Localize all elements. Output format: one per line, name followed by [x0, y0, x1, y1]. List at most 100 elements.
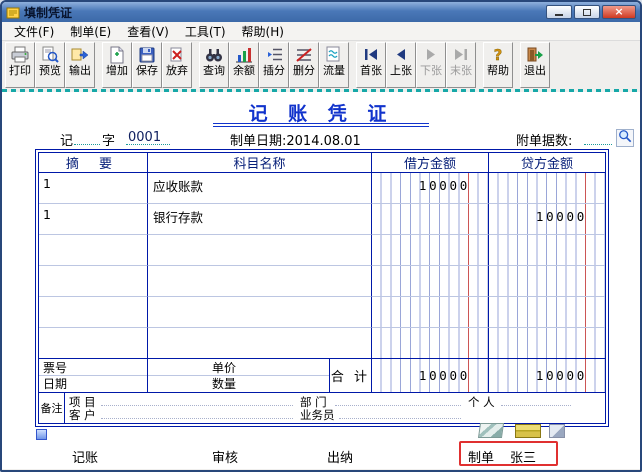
discard-label: 放弃 [166, 65, 188, 77]
row2-summary-cell[interactable]: 1 [39, 204, 147, 235]
menubar: 文件(F) 制单(E) 查看(V) 工具(T) 帮助(H) [2, 22, 640, 41]
discard-button[interactable]: 放弃 [162, 42, 192, 88]
row2-credit-cell[interactable]: 10000 [488, 204, 605, 235]
row5-debit-cell[interactable] [371, 297, 488, 328]
row5-summary-cell[interactable] [39, 297, 147, 328]
remark-row: 备注 项 目 客 户 部 门 业务员 个 人 [39, 393, 605, 423]
save-icon [137, 46, 157, 64]
footer-split-line-1 [39, 375, 147, 376]
attachment-search-button[interactable] [616, 129, 634, 147]
exit-button[interactable]: 退出 [520, 42, 550, 88]
export-button[interactable]: 输出 [65, 42, 95, 88]
header-debit: 借方金额 [371, 153, 488, 173]
cashier-label: 出纳 [327, 447, 353, 466]
row1-account-cell[interactable]: 应收账款 [147, 173, 371, 204]
department-leader-line [335, 405, 461, 406]
row2-debit-cell[interactable] [371, 204, 488, 235]
prepared-by-label: 制单 [468, 447, 494, 466]
header-account: 科目名称 [147, 153, 371, 173]
preparer-name: 张三 [510, 447, 536, 466]
row6-summary-cell[interactable] [39, 328, 147, 359]
bookkeeping-label: 记账 [72, 447, 98, 466]
row3-summary-cell[interactable] [39, 235, 147, 266]
row1-summary-cell[interactable]: 1 [39, 173, 147, 204]
row6-account-cell[interactable] [147, 328, 371, 359]
voucher-word-suffix: 字 [102, 130, 115, 149]
menu-tools[interactable]: 工具(T) [177, 21, 234, 42]
delete-row-button[interactable]: 删分 [289, 42, 319, 88]
word-underline [74, 144, 100, 145]
menu-view[interactable]: 查看(V) [119, 21, 177, 42]
row3-account-cell[interactable] [147, 235, 371, 266]
balance-label: 余额 [233, 65, 255, 77]
prev-page-button[interactable]: 上张 [386, 42, 416, 88]
row5-credit-cell[interactable] [488, 297, 605, 328]
exit-label: 退出 [524, 65, 546, 77]
balance-chart-icon [234, 46, 254, 64]
minimize-icon [555, 14, 563, 16]
last-page-button[interactable]: 末张 [446, 42, 476, 88]
seal-stamp-icon-2[interactable] [515, 424, 541, 438]
last-page-icon [451, 46, 471, 64]
maximize-button[interactable] [574, 5, 600, 19]
row5-account-cell[interactable] [147, 297, 371, 328]
preview-label: 预览 [39, 65, 61, 77]
menu-voucher[interactable]: 制单(E) [62, 21, 119, 42]
row6-debit-cell[interactable] [371, 328, 488, 359]
menu-help[interactable]: 帮助(H) [234, 21, 292, 42]
voucher-number[interactable]: 0001 [128, 130, 161, 145]
date-value[interactable]: 2014.08.01 [286, 134, 360, 150]
close-button[interactable]: × [602, 5, 636, 19]
customer-label: 客 户 [69, 407, 96, 423]
row2-account-cell[interactable]: 银行存款 [147, 204, 371, 235]
preview-button[interactable]: 预览 [35, 42, 65, 88]
voucher-date: 制单日期:2014.08.01 [230, 130, 361, 149]
cashflow-label: 流量 [323, 65, 345, 77]
toolbar: 打印 预览 输出 增加 保存 放弃 [2, 41, 640, 89]
header-credit: 贷方金额 [488, 153, 605, 173]
minimize-button[interactable] [546, 5, 572, 19]
print-button[interactable]: 打印 [5, 42, 35, 88]
add-icon [107, 46, 127, 64]
audit-label: 审核 [212, 447, 238, 466]
search-icon [204, 46, 224, 64]
voucher-table: 摘 要 科目名称 借方金额 贷方金额 1 应收账款 10000 1 银行存款 1… [35, 149, 609, 427]
seal-stamp-icon-3[interactable] [549, 424, 565, 438]
cashflow-icon [324, 46, 344, 64]
cashflow-button[interactable]: 流量 [319, 42, 349, 88]
row3-debit-cell[interactable] [371, 235, 488, 266]
exit-icon [525, 46, 545, 64]
row3-credit-cell[interactable] [488, 235, 605, 266]
insert-row-icon [264, 46, 284, 64]
next-page-button[interactable]: 下张 [416, 42, 446, 88]
menu-file[interactable]: 文件(F) [6, 21, 62, 42]
row1-debit-cell[interactable]: 10000 [371, 173, 488, 204]
row4-debit-cell[interactable] [371, 266, 488, 297]
remark-label: 备注 [39, 393, 65, 423]
header-summary: 摘 要 [39, 153, 147, 173]
next-page-icon [421, 46, 441, 64]
first-page-button[interactable]: 首张 [356, 42, 386, 88]
help-button[interactable]: ? 帮助 [483, 42, 513, 88]
row4-credit-cell[interactable] [488, 266, 605, 297]
insert-row-button[interactable]: 插分 [259, 42, 289, 88]
scroll-indicator-button[interactable] [36, 429, 47, 440]
row4-summary-cell[interactable] [39, 266, 147, 297]
voucher-title: 记 账 凭 证 [2, 99, 640, 126]
first-page-label: 首张 [360, 65, 382, 77]
title-underline-1 [213, 123, 429, 124]
balance-button[interactable]: 余额 [229, 42, 259, 88]
voucher-area: 记 账 凭 证 记 字 0001 制单日期:2014.08.01 附单据数: 摘… [2, 92, 640, 469]
row1-credit-cell[interactable] [488, 173, 605, 204]
attachment-underline [584, 144, 612, 145]
total-credit-value: 10000 [536, 368, 587, 383]
row4-account-cell[interactable] [147, 266, 371, 297]
close-icon: × [614, 7, 623, 17]
prev-page-icon [391, 46, 411, 64]
add-button[interactable]: 增加 [102, 42, 132, 88]
save-button[interactable]: 保存 [132, 42, 162, 88]
footer-price-qty-cell: 单价 数量 合 计 [147, 359, 371, 393]
seal-stamp-icon-1[interactable] [478, 423, 504, 438]
row6-credit-cell[interactable] [488, 328, 605, 359]
query-button[interactable]: 查询 [199, 42, 229, 88]
